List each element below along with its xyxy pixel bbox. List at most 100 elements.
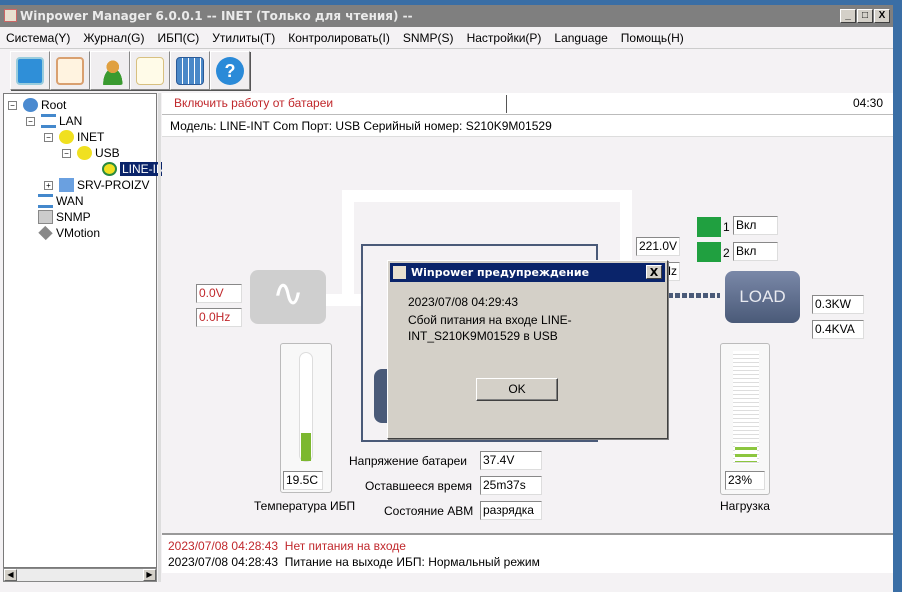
load-kw: 0.3KW bbox=[812, 295, 864, 314]
collapse-icon[interactable]: − bbox=[44, 132, 53, 142]
java-icon bbox=[4, 9, 17, 22]
collapse-icon[interactable]: − bbox=[62, 148, 71, 158]
avr-state-label: Состояние АВМ bbox=[384, 504, 474, 518]
menu-control[interactable]: Контролировать(I) bbox=[288, 31, 390, 45]
avr-state: разрядка bbox=[480, 501, 542, 520]
tree-node-lan[interactable]: − LAN bbox=[26, 114, 82, 128]
outlet-icon bbox=[697, 242, 721, 262]
outlet-icon bbox=[697, 217, 721, 237]
maximize-button[interactable]: □ bbox=[857, 9, 873, 23]
input-line bbox=[322, 294, 362, 306]
load-percent: 23% bbox=[725, 471, 765, 490]
tree-node-wan[interactable]: WAN bbox=[38, 194, 84, 208]
menu-language[interactable]: Language bbox=[554, 31, 607, 45]
lan-icon bbox=[41, 114, 56, 128]
warning-icon bbox=[77, 146, 92, 160]
tree-node-vmotion[interactable]: VMotion bbox=[38, 225, 100, 241]
list-icon bbox=[136, 56, 164, 85]
tree-node-srv[interactable]: + SRV-PROIZV bbox=[44, 178, 149, 192]
splitter[interactable] bbox=[158, 93, 161, 582]
network-icon bbox=[23, 98, 38, 112]
log-entry: 2023/07/08 04:28:43 Нет питания на входе bbox=[168, 539, 406, 553]
ac-input-icon: ∿ bbox=[250, 270, 326, 324]
status-row: Включить работу от батареи 04:30 bbox=[162, 93, 893, 115]
load-caption: Нагрузка bbox=[720, 499, 770, 513]
help-icon: ? bbox=[216, 56, 244, 85]
load-kva: 0.4KVA bbox=[812, 320, 864, 339]
toolbar: ? bbox=[10, 51, 250, 91]
warning-icon bbox=[102, 162, 117, 176]
menu-system[interactable]: Система(Y) bbox=[6, 31, 70, 45]
user-button[interactable] bbox=[90, 51, 130, 90]
vmotion-icon bbox=[38, 225, 53, 241]
load-gauge-fill bbox=[735, 446, 757, 462]
battery-voltage-label: Напряжение батареи bbox=[349, 454, 468, 468]
output-voltage: 221.0V bbox=[636, 237, 680, 256]
output-line bbox=[668, 293, 720, 298]
outlet-number: 2 bbox=[723, 246, 730, 260]
collapse-icon[interactable]: − bbox=[26, 116, 35, 126]
ok-button[interactable]: OK bbox=[476, 378, 558, 401]
window-title: Winpower Manager 6.0.0.1 -- INET (Только… bbox=[20, 9, 413, 23]
menu-bar: Система(Y) Журнал(G) ИБП(C) Утилиты(T) К… bbox=[0, 27, 893, 49]
tree-node-snmp[interactable]: SNMP bbox=[38, 210, 91, 224]
device-tree: − Root − LAN − INET − USB LINE-INT + SRV-PROI… bbox=[3, 93, 175, 568]
dialog-title: Winpower предупреждение bbox=[411, 266, 590, 279]
thermometer-fill bbox=[301, 433, 311, 461]
schedule-button[interactable] bbox=[50, 51, 90, 90]
menu-journal[interactable]: Журнал(G) bbox=[83, 31, 144, 45]
model-info: Модель: LINE-INT Com Порт: USB Серийный … bbox=[162, 115, 893, 137]
computer-icon bbox=[59, 178, 74, 192]
window-right-edge bbox=[893, 0, 902, 592]
scroll-left-button[interactable]: ◀ bbox=[4, 569, 17, 581]
warning-icon bbox=[59, 130, 74, 144]
outlet-number: 1 bbox=[723, 220, 730, 234]
dialog-message-line2: INT_S210K9M01529 в USB bbox=[408, 329, 558, 343]
battery-voltage: 37.4V bbox=[480, 451, 542, 470]
list-button[interactable] bbox=[130, 51, 170, 90]
dialog-message-line1: Сбой питания на входе LINE- bbox=[408, 313, 572, 327]
tree-horizontal-scrollbar[interactable]: ◀ ▶ bbox=[3, 568, 157, 582]
table-button[interactable] bbox=[170, 51, 210, 90]
user-icon bbox=[96, 56, 124, 85]
menu-utilities[interactable]: Утилиты(T) bbox=[212, 31, 275, 45]
status-message: Включить работу от батареи bbox=[174, 96, 334, 110]
tree-node-inet[interactable]: − INET bbox=[44, 130, 104, 144]
load-block: LOAD bbox=[725, 271, 800, 323]
table-icon bbox=[176, 56, 204, 85]
status-time: 04:30 bbox=[852, 96, 883, 110]
power-button[interactable] bbox=[10, 51, 50, 90]
warning-dialog: Winpower предупреждение X 2023/07/08 04:… bbox=[387, 260, 668, 439]
log-entry: 2023/07/08 04:28:43 Питание на выходе ИБ… bbox=[168, 555, 540, 569]
close-button[interactable]: X bbox=[874, 9, 890, 23]
help-button[interactable]: ? bbox=[210, 51, 250, 90]
input-voltage: 0.0V bbox=[196, 284, 242, 303]
outlet-2-state: Вкл bbox=[733, 242, 778, 261]
remaining-time: 25m37s bbox=[480, 476, 542, 495]
wan-icon bbox=[38, 194, 53, 208]
bottom-bar bbox=[162, 573, 893, 592]
menu-help[interactable]: Помощь(H) bbox=[621, 31, 684, 45]
remaining-time-label: Оставшееся время bbox=[365, 479, 473, 493]
title-bar: Winpower Manager 6.0.0.1 -- INET (Только… bbox=[0, 5, 893, 27]
tree-node-root[interactable]: − Root bbox=[8, 98, 66, 112]
minimize-button[interactable]: _ bbox=[840, 9, 856, 23]
java-icon bbox=[393, 266, 406, 279]
expand-icon[interactable]: + bbox=[44, 180, 53, 190]
collapse-icon[interactable]: − bbox=[8, 100, 17, 110]
input-frequency: 0.0Hz bbox=[196, 308, 242, 327]
menu-snmp[interactable]: SNMP(S) bbox=[403, 31, 454, 45]
dialog-close-button[interactable]: X bbox=[646, 265, 662, 279]
temperature-value: 19.5C bbox=[283, 471, 323, 490]
tree-node-usb[interactable]: − USB bbox=[62, 146, 120, 160]
power-icon bbox=[16, 56, 44, 85]
menu-settings[interactable]: Настройки(P) bbox=[467, 31, 542, 45]
temperature-caption: Температура ИБП bbox=[254, 499, 356, 513]
dialog-title-bar[interactable]: Winpower предупреждение X bbox=[390, 263, 665, 282]
menu-ups[interactable]: ИБП(C) bbox=[157, 31, 199, 45]
snmp-icon bbox=[38, 210, 53, 224]
event-log: 2023/07/08 04:28:43 Нет питания на входе… bbox=[162, 533, 893, 573]
scroll-right-button[interactable]: ▶ bbox=[143, 569, 156, 581]
schedule-icon bbox=[56, 56, 84, 85]
divider bbox=[506, 95, 507, 113]
